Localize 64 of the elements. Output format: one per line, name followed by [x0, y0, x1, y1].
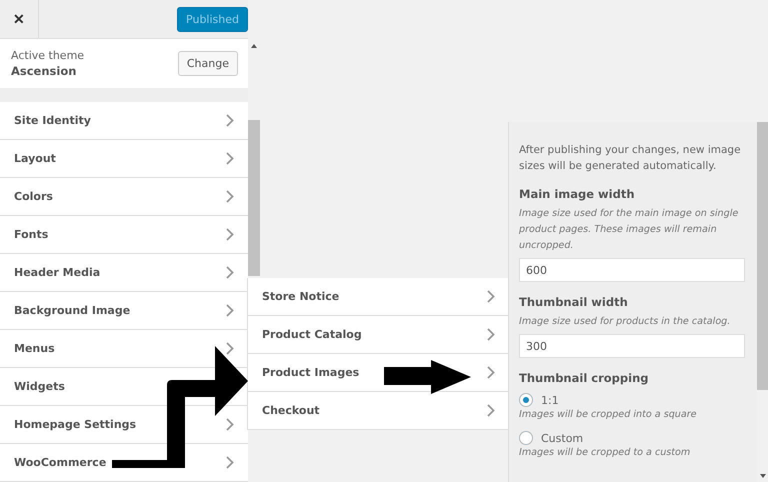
menu-item[interactable]: Fonts: [0, 216, 248, 254]
chevron-icon: [487, 366, 495, 379]
chevron-icon: [487, 404, 495, 417]
right-arrow-icon: [384, 360, 471, 394]
menu-item[interactable]: Menus: [0, 330, 248, 368]
radio-option[interactable]: Custom: [519, 431, 746, 445]
menu-item-label[interactable]: Background Image: [14, 304, 130, 317]
menu-item[interactable]: Homepage Settings: [0, 406, 248, 444]
option-description: Images will be cropped into a square: [519, 408, 698, 422]
scrollbar-thumb[interactable]: [757, 122, 768, 390]
setting-description: Image size used for products in the catalog.: [519, 315, 732, 329]
menu-item-label[interactable]: Colors: [14, 190, 53, 203]
chevron-icon: [226, 304, 234, 317]
chevron-icon: [226, 152, 234, 165]
menu-item[interactable]: Site Identity: [0, 102, 248, 140]
radio-button[interactable]: [519, 393, 533, 407]
chevron-icon: [226, 456, 234, 469]
setting-title: Thumbnail width: [519, 295, 629, 309]
menu-item[interactable]: Layout: [0, 140, 248, 178]
chevron-icon: [226, 228, 234, 241]
menu-item[interactable]: Header Media: [0, 254, 248, 292]
menu-item-label[interactable]: Store Notice: [262, 290, 340, 303]
setting-description: Image size used for the main image on single product pages. These images will remain uncropped.: [519, 207, 740, 253]
scrollbar-thumb[interactable]: [248, 120, 260, 276]
radio-button[interactable]: [519, 431, 533, 445]
active-theme-label: Active theme: [11, 49, 84, 62]
chevron-icon: [226, 418, 234, 431]
radio-label[interactable]: Custom: [541, 432, 584, 444]
chevron-icon: [226, 266, 234, 279]
radio-option[interactable]: 1:1: [519, 393, 746, 407]
chevron-icon: [226, 190, 234, 203]
menu-item[interactable]: WooCommerce: [0, 444, 248, 482]
menu-item-label[interactable]: Product Catalog: [262, 328, 362, 341]
setting-title: Main image width: [519, 187, 636, 201]
change-button[interactable]: Change: [178, 51, 238, 76]
intro-text: After publishing your changes, new image sizes will be generated automatically.: [519, 143, 742, 174]
number-field[interactable]: 300: [519, 334, 745, 358]
theme-name: Ascension: [11, 64, 78, 78]
close-button[interactable]: ✕: [0, 0, 38, 38]
number-field[interactable]: 600: [519, 258, 745, 282]
menu-item[interactable]: Colors: [0, 178, 248, 216]
menu-item-label[interactable]: WooCommerce: [14, 456, 106, 469]
chevron-icon: [487, 290, 495, 303]
chevron-icon: [226, 114, 234, 127]
menu-item[interactable]: Product Catalog: [248, 316, 509, 354]
radio-label[interactable]: 1:1: [541, 394, 559, 406]
menu-item-label[interactable]: Homepage Settings: [14, 418, 136, 431]
menu-item-label[interactable]: Menus: [14, 342, 55, 355]
menu-item-label[interactable]: Site Identity: [14, 114, 91, 127]
menu-item[interactable]: Store Notice: [248, 278, 509, 316]
menu-item-label[interactable]: Product Images: [262, 366, 360, 379]
scroll-down-icon[interactable]: [760, 474, 766, 478]
menu-item[interactable]: Background Image: [0, 292, 248, 330]
menu-item[interactable]: Checkout: [248, 392, 509, 430]
chevron-icon: [226, 342, 234, 355]
menu-item-label[interactable]: Checkout: [262, 404, 320, 417]
menu-item-label[interactable]: Widgets: [14, 380, 65, 393]
setting-title: Thumbnail cropping: [519, 371, 650, 385]
chevron-icon: [487, 328, 495, 341]
menu-item-label[interactable]: Header Media: [14, 266, 100, 279]
option-description: Images will be cropped to a custom: [519, 446, 692, 460]
menu-item-label[interactable]: Layout: [14, 152, 56, 165]
scroll-up-icon[interactable]: [251, 44, 257, 48]
menu-item-label[interactable]: Fonts: [14, 228, 48, 241]
